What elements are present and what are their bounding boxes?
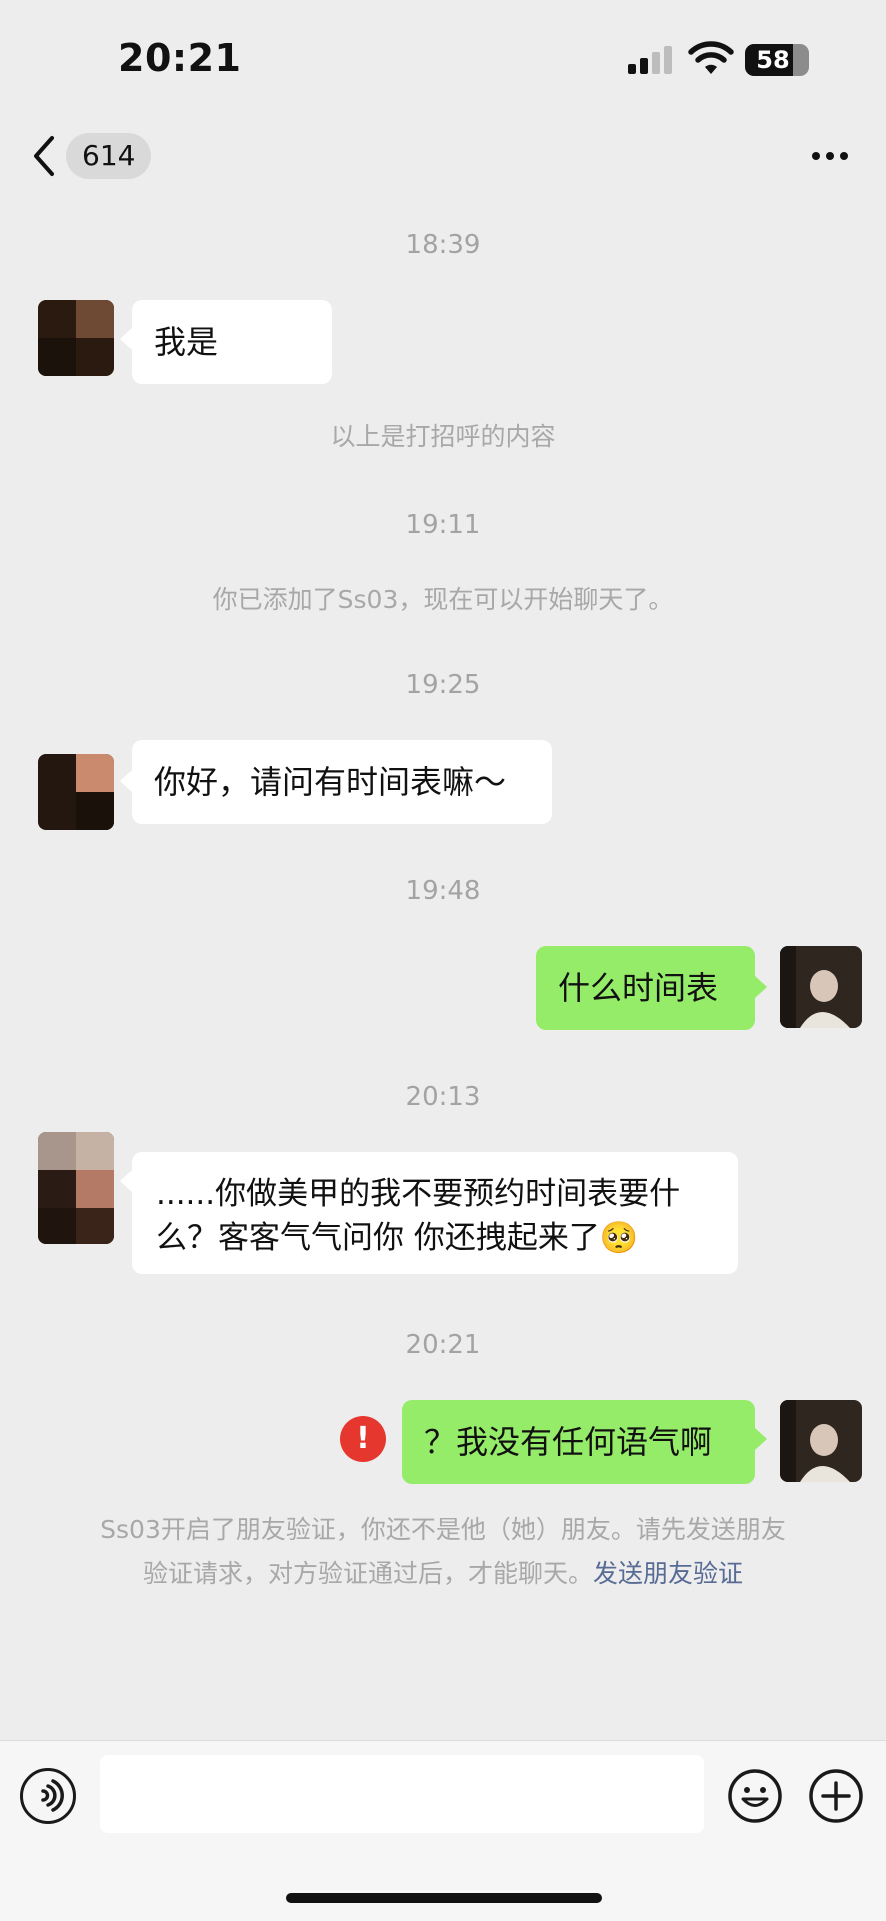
bubble-tail [755,1428,767,1450]
signal-icon [628,46,672,74]
message-text: ？我没有任何语气啊 [424,1423,713,1461]
message-bubble[interactable]: 什么时间表 [536,946,755,1030]
battery-indicator: 58 [745,44,809,76]
home-indicator[interactable] [286,1893,602,1903]
message-text: 我是 [154,323,219,361]
bubble-tail [120,1170,132,1192]
system-note: 以上是打招呼的内容 [330,422,556,451]
verification-notice: Ss03开启了朋友验证，你还不是他（她）朋友。请先发送朋友 验证请求，对方验证通… [60,1508,826,1596]
avatar[interactable] [780,1400,862,1482]
avatar[interactable] [780,946,862,1028]
timestamp: 19:48 [405,876,481,906]
error-icon[interactable]: ! [340,1416,386,1462]
timestamp: 19:11 [405,510,481,540]
avatar[interactable] [38,300,114,376]
pleading-emoji: 🥺 [599,1220,639,1256]
timestamp: 19:25 [405,670,481,700]
timestamp: 20:13 [405,1082,481,1112]
plus-icon[interactable] [808,1768,864,1824]
timestamp: 18:39 [405,230,481,260]
bubble-tail [120,328,132,350]
message-input[interactable] [100,1755,704,1833]
bubble-tail [755,976,767,998]
chevron-left-icon[interactable] [28,132,62,180]
message-bubble[interactable]: ......你做美甲的我不要预约时间表要什 么？客客气气问你 你还拽起来了🥺 [132,1152,738,1274]
avatar[interactable] [38,754,114,830]
unread-count-badge[interactable]: 614 [66,133,152,179]
message-bubble[interactable]: 你好，请问有时间表嘛～ [132,740,552,824]
system-note: 你已添加了Ss03，现在可以开始聊天了。 [212,585,674,614]
avatar[interactable] [38,1132,114,1244]
timestamp: 20:21 [405,1330,481,1360]
voice-icon[interactable] [20,1768,76,1824]
bubble-tail [120,770,132,792]
message-text-line: ......你做美甲的我不要预约时间表要什 [156,1176,681,1212]
message-bubble[interactable]: ？我没有任何语气啊 [402,1400,755,1484]
more-dots-icon[interactable] [808,142,852,170]
message-bubble[interactable]: 我是 [132,300,332,384]
message-text: 什么时间表 [558,969,719,1007]
message-text-line: 么？客客气气问你 你还拽起来了 [156,1220,600,1256]
notice-line: Ss03开启了朋友验证，你还不是他（她）朋友。请先发送朋友 [100,1515,786,1544]
emoji-icon[interactable] [727,1768,783,1824]
battery-level: 58 [756,46,790,74]
notice-line: 验证请求，对方验证通过后，才能聊天。 [142,1559,593,1588]
send-verification-link[interactable]: 发送朋友验证 [593,1559,743,1588]
status-time: 20:21 [118,36,242,80]
wifi-icon [688,41,734,74]
message-text: 你好，请问有时间表嘛～ [154,763,507,801]
